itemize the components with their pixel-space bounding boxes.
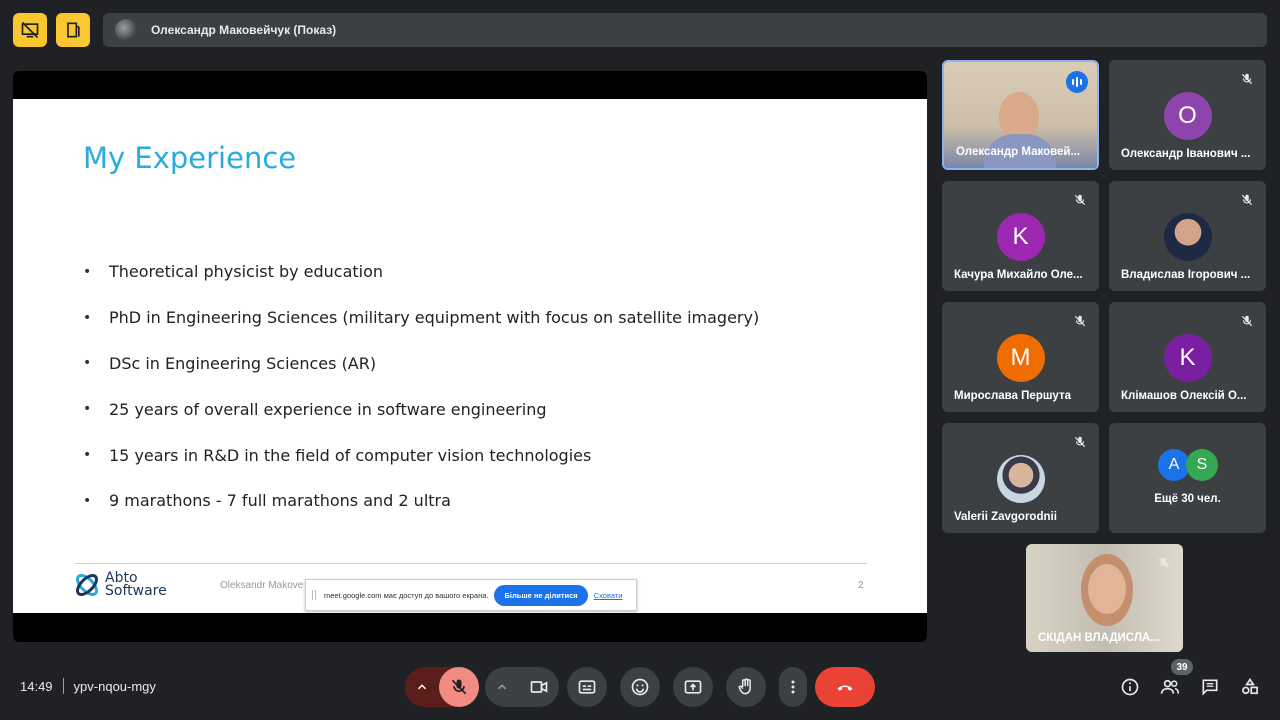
raise-hand-button[interactable] xyxy=(726,667,766,707)
end-call-icon xyxy=(837,685,853,691)
chevron-up-icon xyxy=(497,684,507,690)
camera-control-group xyxy=(485,667,559,707)
info-icon xyxy=(1121,678,1139,696)
bullet-item: • PhD in Engineering Sciences (military e… xyxy=(83,308,760,328)
clock: 14:49 xyxy=(20,678,53,694)
chevron-up-icon xyxy=(417,684,427,690)
face-shape xyxy=(1088,564,1126,614)
captions-button[interactable] xyxy=(567,667,607,707)
more-participants-tile[interactable]: A S Ещё 30 чел. xyxy=(1109,423,1266,533)
more-participants-label: Ещё 30 чел. xyxy=(1154,493,1221,505)
meeting-details-button[interactable] xyxy=(1119,676,1141,698)
screen-share-toast: meet.google.com має доступ до вашого екр… xyxy=(305,579,637,611)
avatar: S xyxy=(1186,449,1218,481)
hand-icon xyxy=(738,678,751,695)
face-shape xyxy=(999,92,1039,140)
avatar-photo xyxy=(1163,213,1212,261)
people-icon xyxy=(1160,679,1180,694)
mic-off-icon xyxy=(1074,315,1086,327)
mic-off-icon xyxy=(1241,315,1253,327)
avatar: K xyxy=(996,213,1045,261)
avatar-photo xyxy=(996,455,1045,503)
presentation-off-button[interactable] xyxy=(13,13,47,47)
present-off-icon xyxy=(21,21,39,39)
emoji-button[interactable] xyxy=(620,667,660,707)
slide: My Experience • Theoretical physicist by … xyxy=(13,99,927,613)
layout-button[interactable] xyxy=(56,13,90,47)
presentation-stage: My Experience • Theoretical physicist by … xyxy=(13,71,927,642)
avatar: О xyxy=(1163,92,1212,140)
slide-divider xyxy=(75,563,867,564)
presenter-name: Олександр Маковейчук (Показ) xyxy=(151,23,337,37)
share-notice-text: meet.google.com має доступ до вашого екр… xyxy=(324,590,489,600)
page-number: 2 xyxy=(858,580,864,591)
participant-name: Качура Михайло Оле... xyxy=(954,269,1083,281)
avatar: K xyxy=(1163,334,1212,382)
participant-tile[interactable]: M Мирослава Першута xyxy=(942,302,1099,412)
mic-off-icon xyxy=(451,679,467,695)
participant-tile[interactable]: K Клімашов Олексій О... xyxy=(1109,302,1266,412)
slide-title: My Experience xyxy=(83,141,297,175)
participant-tile[interactable]: Олександр Маковей... xyxy=(942,60,1099,170)
bullet-item: • DSc in Engineering Sciences (AR) xyxy=(83,353,377,373)
participant-name: Мирослава Першута xyxy=(954,390,1071,402)
participant-tile[interactable]: K Качура Михайло Оле... xyxy=(942,181,1099,291)
present-screen-icon xyxy=(684,680,702,694)
people-button[interactable] xyxy=(1159,676,1181,698)
camera-toggle-button[interactable] xyxy=(519,677,559,697)
bullet-list: • Theoretical physicist by education • PhD… xyxy=(83,249,759,524)
door-icon xyxy=(67,22,80,38)
participant-tile[interactable]: Владислав Ігорович ... xyxy=(1109,181,1266,291)
mic-control-group xyxy=(405,667,479,707)
participant-name: СКІДАН ВЛАДИСЛА... xyxy=(1038,632,1160,644)
mic-off-icon xyxy=(1074,194,1086,206)
more-options-button[interactable] xyxy=(779,667,807,707)
camera-options-button[interactable] xyxy=(485,680,519,694)
meeting-code: ypv-nqou-mgy xyxy=(73,678,156,694)
footer-author: Oleksandr Makove xyxy=(220,580,304,591)
participant-name: Valerii Zavgorodnii xyxy=(954,511,1057,523)
meeting-info: 14:49 ypv-nqou-mgy xyxy=(20,678,156,694)
present-screen-button[interactable] xyxy=(673,667,713,707)
abto-logo-icon xyxy=(76,574,98,596)
presenter-bar: Олександр Маковейчук (Показ) xyxy=(103,13,1267,47)
mic-off-icon xyxy=(1241,194,1253,206)
chat-icon xyxy=(1202,679,1218,696)
captions-icon xyxy=(578,680,596,694)
avatar xyxy=(115,19,137,41)
self-view-tile[interactable]: СКІДАН ВЛАДИСЛА... xyxy=(1026,544,1183,652)
participant-tile[interactable]: О Олександр Іванович ... xyxy=(1109,60,1266,170)
mic-toggle-button[interactable] xyxy=(439,667,479,707)
participant-tile[interactable]: Valerii Zavgorodnii xyxy=(942,423,1099,533)
participant-name: Олександр Іванович ... xyxy=(1121,148,1251,160)
mic-options-button[interactable] xyxy=(405,680,439,694)
participant-name: Олександр Маковей... xyxy=(956,146,1081,158)
avatar: M xyxy=(996,334,1045,382)
drag-handle[interactable] xyxy=(312,590,316,600)
people-count-badge: 39 xyxy=(1171,659,1193,675)
video-camera-icon xyxy=(530,681,548,693)
mic-off-icon xyxy=(1158,557,1170,569)
stop-sharing-button[interactable]: Більше не ділитися xyxy=(494,584,588,606)
bullet-item: • 9 marathons - 7 full marathons and 2 ul… xyxy=(83,491,451,511)
mic-off-icon xyxy=(1241,73,1253,85)
activities-icon xyxy=(1242,677,1258,695)
speaking-icon xyxy=(1066,71,1088,93)
activities-button[interactable] xyxy=(1239,676,1261,698)
more-vert-icon xyxy=(791,680,795,694)
bullet-item: • Theoretical physicist by education xyxy=(83,262,384,282)
chat-button[interactable] xyxy=(1199,676,1221,698)
participant-name: Клімашов Олексій О... xyxy=(1121,390,1247,402)
emoji-icon xyxy=(631,678,649,696)
abto-logo: Abto Software xyxy=(73,571,167,599)
participant-name: Владислав Ігорович ... xyxy=(1121,269,1251,281)
bullet-item: • 15 years in R&D in the field of compute… xyxy=(83,445,592,465)
mic-off-icon xyxy=(1074,436,1086,448)
hide-link[interactable]: Сховати xyxy=(594,591,623,600)
bullet-item: • 25 years of overall experience in softw… xyxy=(83,399,547,419)
divider xyxy=(62,678,64,694)
end-call-button[interactable] xyxy=(815,667,875,707)
